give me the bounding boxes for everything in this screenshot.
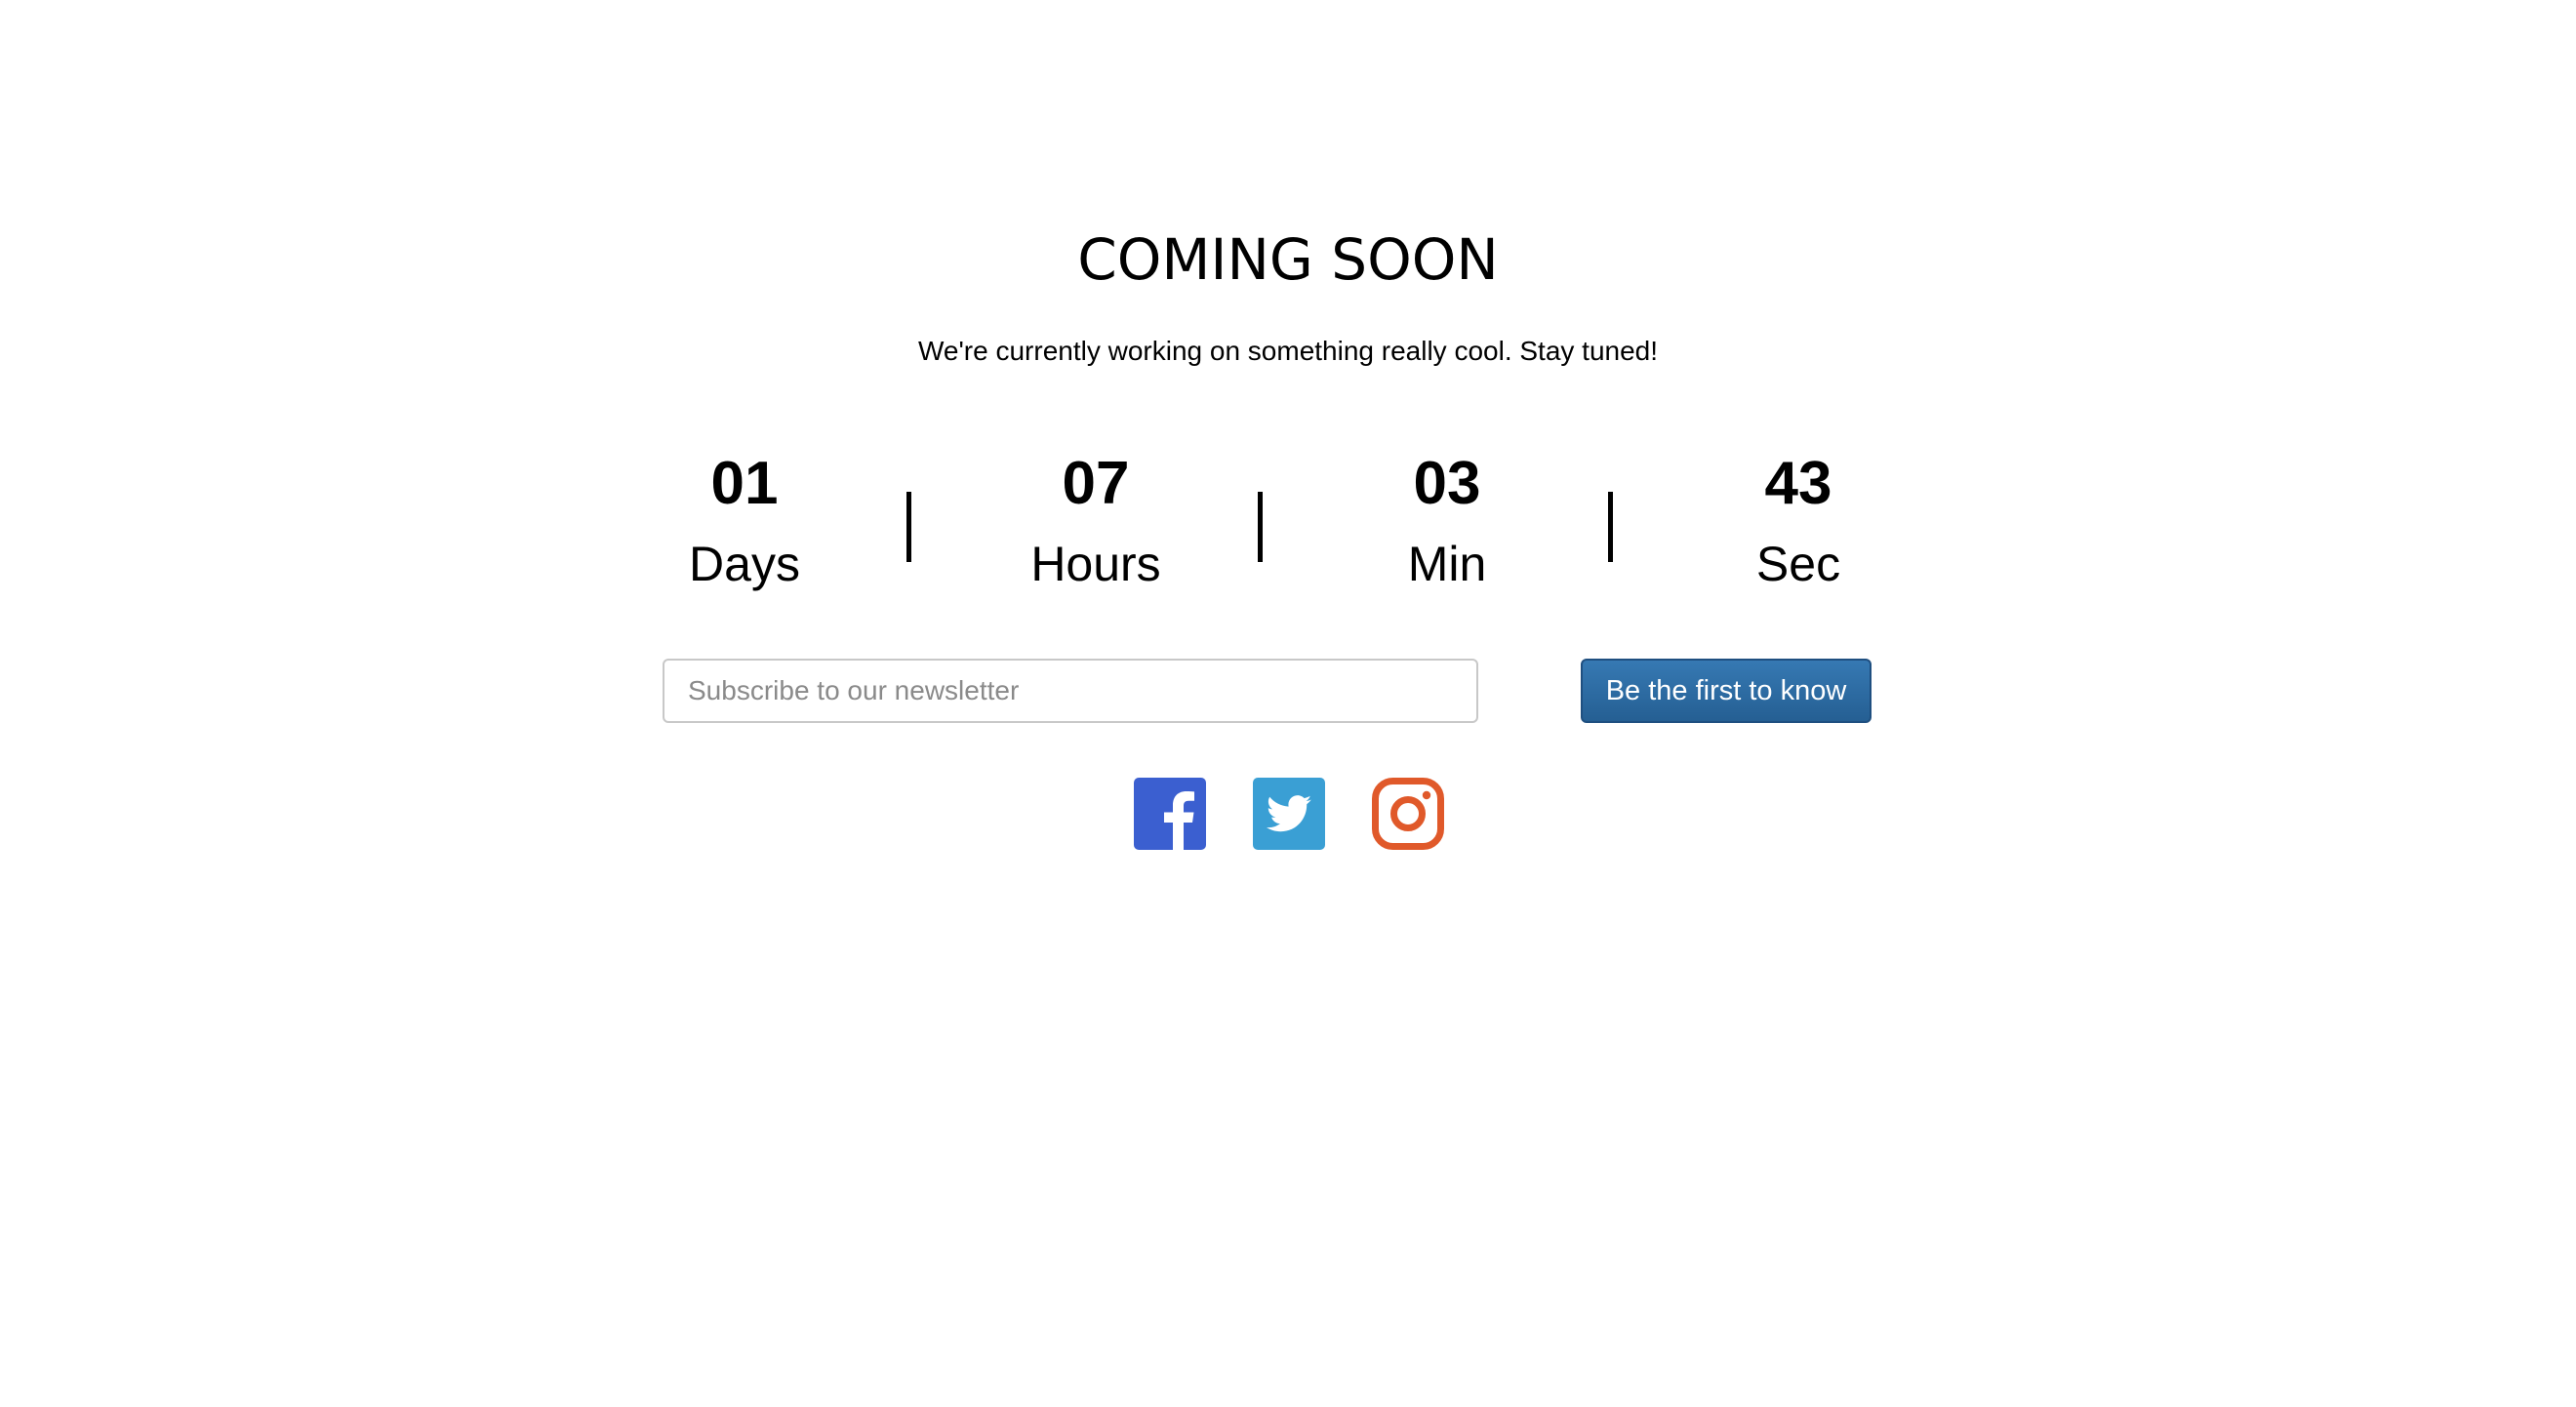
facebook-icon <box>1134 778 1206 850</box>
instagram-icon <box>1372 778 1444 850</box>
countdown-days-value: 01 <box>710 450 779 517</box>
countdown-sec-label: Sec <box>1755 537 1841 591</box>
page-subtitle: We're currently working on something rea… <box>917 336 1659 366</box>
countdown-separator <box>1608 492 1613 562</box>
coming-soon-page: COMING SOON We're currently working on s… <box>0 0 2576 1407</box>
countdown-min-label: Min <box>1407 537 1487 591</box>
countdown-days-label: Days <box>689 537 800 591</box>
twitter-link[interactable] <box>1253 778 1325 850</box>
page-title: COMING SOON <box>1077 226 1499 293</box>
countdown-hours-label: Hours <box>1030 537 1161 591</box>
facebook-link[interactable] <box>1134 778 1206 850</box>
newsletter-email-input[interactable] <box>663 659 1478 723</box>
instagram-link[interactable] <box>1372 778 1444 850</box>
countdown-min-value: 03 <box>1413 450 1481 517</box>
twitter-icon <box>1253 778 1325 850</box>
subscribe-button[interactable]: Be the first to know <box>1581 659 1872 723</box>
countdown-separator <box>906 492 911 562</box>
countdown-sec-value: 43 <box>1764 450 1832 517</box>
countdown-separator <box>1258 492 1263 562</box>
countdown-hours-value: 07 <box>1062 450 1130 517</box>
